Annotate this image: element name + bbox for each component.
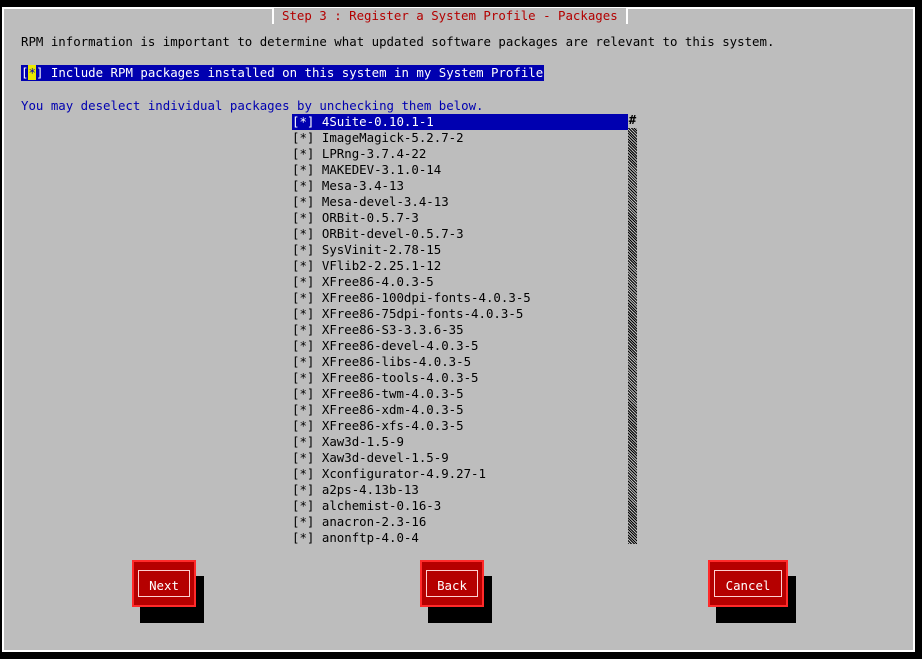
cancel-button[interactable]: Cancel xyxy=(708,560,788,607)
package-item[interactable]: [*] Xaw3d-devel-1.5-9 xyxy=(292,450,628,466)
package-checkbox[interactable]: [*] xyxy=(292,338,314,353)
package-name: MAKEDEV-3.1.0-14 xyxy=(321,162,442,177)
package-name: XFree86-devel-4.0.3-5 xyxy=(321,338,479,353)
package-checkbox[interactable]: [*] xyxy=(292,114,314,129)
package-item[interactable]: [*] XFree86-libs-4.0.3-5 xyxy=(292,354,628,370)
package-item[interactable]: [*] XFree86-4.0.3-5 xyxy=(292,274,628,290)
package-checkbox[interactable]: [*] xyxy=(292,434,314,449)
back-button[interactable]: Back xyxy=(420,560,484,607)
next-button[interactable]: Next xyxy=(132,560,196,607)
package-checkbox[interactable]: [*] xyxy=(292,210,314,225)
package-checkbox[interactable]: [*] xyxy=(292,450,314,465)
package-checkbox[interactable]: [*] xyxy=(292,130,314,145)
intro-text: RPM information is important to determin… xyxy=(21,34,775,49)
package-checkbox[interactable]: [*] xyxy=(292,242,314,257)
package-checkbox[interactable]: [*] xyxy=(292,146,314,161)
package-item[interactable]: [*] XFree86-75dpi-fonts-4.0.3-5 xyxy=(292,306,628,322)
package-name: VFlib2-2.25.1-12 xyxy=(321,258,442,273)
package-name: ImageMagick-5.2.7-2 xyxy=(321,130,464,145)
package-item[interactable]: [*] alchemist-0.16-3 xyxy=(292,498,628,514)
package-name: XFree86-libs-4.0.3-5 xyxy=(321,354,472,369)
package-checkbox[interactable]: [*] xyxy=(292,162,314,177)
package-checkbox[interactable]: [*] xyxy=(292,322,314,337)
package-name: XFree86-100dpi-fonts-4.0.3-5 xyxy=(321,290,531,305)
package-item[interactable]: [*] Xconfigurator-4.9.27-1 xyxy=(292,466,628,482)
include-rpm-check-mark: * xyxy=(28,65,36,80)
package-name: Mesa-3.4-13 xyxy=(321,178,404,193)
package-item[interactable]: [*] XFree86-100dpi-fonts-4.0.3-5 xyxy=(292,290,628,306)
package-item[interactable]: [*] XFree86-S3-3.3.6-35 xyxy=(292,322,628,338)
package-name: XFree86-twm-4.0.3-5 xyxy=(321,386,464,401)
package-item[interactable]: [*] XFree86-twm-4.0.3-5 xyxy=(292,386,628,402)
package-checkbox[interactable]: [*] xyxy=(292,178,314,193)
package-name: SysVinit-2.78-15 xyxy=(321,242,442,257)
package-name: ORBit-0.5.7-3 xyxy=(321,210,419,225)
package-name: anacron-2.3-16 xyxy=(321,514,427,529)
cancel-button-label: Cancel xyxy=(714,570,782,597)
package-item[interactable]: [*] anacron-2.3-16 xyxy=(292,514,628,530)
package-item[interactable]: [*] SysVinit-2.78-15 xyxy=(292,242,628,258)
package-checkbox[interactable]: [*] xyxy=(292,530,314,545)
package-name: XFree86-4.0.3-5 xyxy=(321,274,434,289)
package-checkbox[interactable]: [*] xyxy=(292,386,314,401)
package-checkbox[interactable]: [*] xyxy=(292,514,314,529)
package-name: XFree86-75dpi-fonts-4.0.3-5 xyxy=(321,306,524,321)
package-name: ORBit-devel-0.5.7-3 xyxy=(321,226,464,241)
package-item[interactable]: [*] Mesa-devel-3.4-13 xyxy=(292,194,628,210)
scrollbar-thumb[interactable]: # xyxy=(628,112,637,128)
package-item[interactable]: [*] 4Suite-0.10.1-1 xyxy=(292,114,628,130)
package-name: XFree86-xdm-4.0.3-5 xyxy=(321,402,464,417)
package-name: XFree86-tools-4.0.3-5 xyxy=(321,370,479,385)
include-rpm-checkbox[interactable]: [*] Include RPM packages installed on th… xyxy=(21,65,545,81)
next-button-label: Next xyxy=(138,570,190,597)
package-name: alchemist-0.16-3 xyxy=(321,498,442,513)
package-item[interactable]: [*] XFree86-xfs-4.0.3-5 xyxy=(292,418,628,434)
package-checkbox[interactable]: [*] xyxy=(292,418,314,433)
package-name: XFree86-xfs-4.0.3-5 xyxy=(321,418,464,433)
package-checkbox[interactable]: [*] xyxy=(292,466,314,481)
package-item[interactable]: [*] ORBit-devel-0.5.7-3 xyxy=(292,226,628,242)
package-name: XFree86-S3-3.3.6-35 xyxy=(321,322,464,337)
package-name: Mesa-devel-3.4-13 xyxy=(321,194,449,209)
package-name: anonftp-4.0-4 xyxy=(321,530,419,545)
package-name: a2ps-4.13b-13 xyxy=(321,482,419,497)
package-name: Xaw3d-1.5-9 xyxy=(321,434,404,449)
dialog-window: Step 3 : Register a System Profile - Pac… xyxy=(2,7,915,652)
package-item[interactable]: [*] MAKEDEV-3.1.0-14 xyxy=(292,162,628,178)
dialog-title: Step 3 : Register a System Profile - Pac… xyxy=(272,8,628,24)
package-item[interactable]: [*] ImageMagick-5.2.7-2 xyxy=(292,130,628,146)
package-item[interactable]: [*] XFree86-tools-4.0.3-5 xyxy=(292,370,628,386)
package-checkbox[interactable]: [*] xyxy=(292,226,314,241)
package-checkbox[interactable]: [*] xyxy=(292,402,314,417)
package-item[interactable]: [*] ORBit-0.5.7-3 xyxy=(292,210,628,226)
package-name: 4Suite-0.10.1-1 xyxy=(321,114,434,129)
package-name: Xaw3d-devel-1.5-9 xyxy=(321,450,449,465)
package-checkbox[interactable]: [*] xyxy=(292,354,314,369)
package-item[interactable]: [*] Xaw3d-1.5-9 xyxy=(292,434,628,450)
package-name: LPRng-3.7.4-22 xyxy=(321,146,427,161)
package-checkbox[interactable]: [*] xyxy=(292,290,314,305)
package-checkbox[interactable]: [*] xyxy=(292,258,314,273)
package-list[interactable]: [*] 4Suite-0.10.1-1 [*] ImageMagick-5.2.7… xyxy=(292,114,628,546)
package-item[interactable]: [*] XFree86-xdm-4.0.3-5 xyxy=(292,402,628,418)
package-checkbox[interactable]: [*] xyxy=(292,306,314,321)
package-item[interactable]: [*] LPRng-3.7.4-22 xyxy=(292,146,628,162)
package-item[interactable]: [*] VFlib2-2.25.1-12 xyxy=(292,258,628,274)
package-checkbox[interactable]: [*] xyxy=(292,370,314,385)
package-item[interactable]: [*] XFree86-devel-4.0.3-5 xyxy=(292,338,628,354)
package-list-scrollbar[interactable] xyxy=(628,112,637,544)
package-checkbox[interactable]: [*] xyxy=(292,482,314,497)
back-button-label: Back xyxy=(426,570,478,597)
hint-text: You may deselect individual packages by … xyxy=(21,98,484,113)
package-name: Xconfigurator-4.9.27-1 xyxy=(321,466,486,481)
package-checkbox[interactable]: [*] xyxy=(292,498,314,513)
package-checkbox[interactable]: [*] xyxy=(292,274,314,289)
include-rpm-label: Include RPM packages installed on this s… xyxy=(50,65,544,80)
package-checkbox[interactable]: [*] xyxy=(292,194,314,209)
package-item[interactable]: [*] Mesa-3.4-13 xyxy=(292,178,628,194)
package-item[interactable]: [*] a2ps-4.13b-13 xyxy=(292,482,628,498)
package-item[interactable]: [*] anonftp-4.0-4 xyxy=(292,530,628,546)
